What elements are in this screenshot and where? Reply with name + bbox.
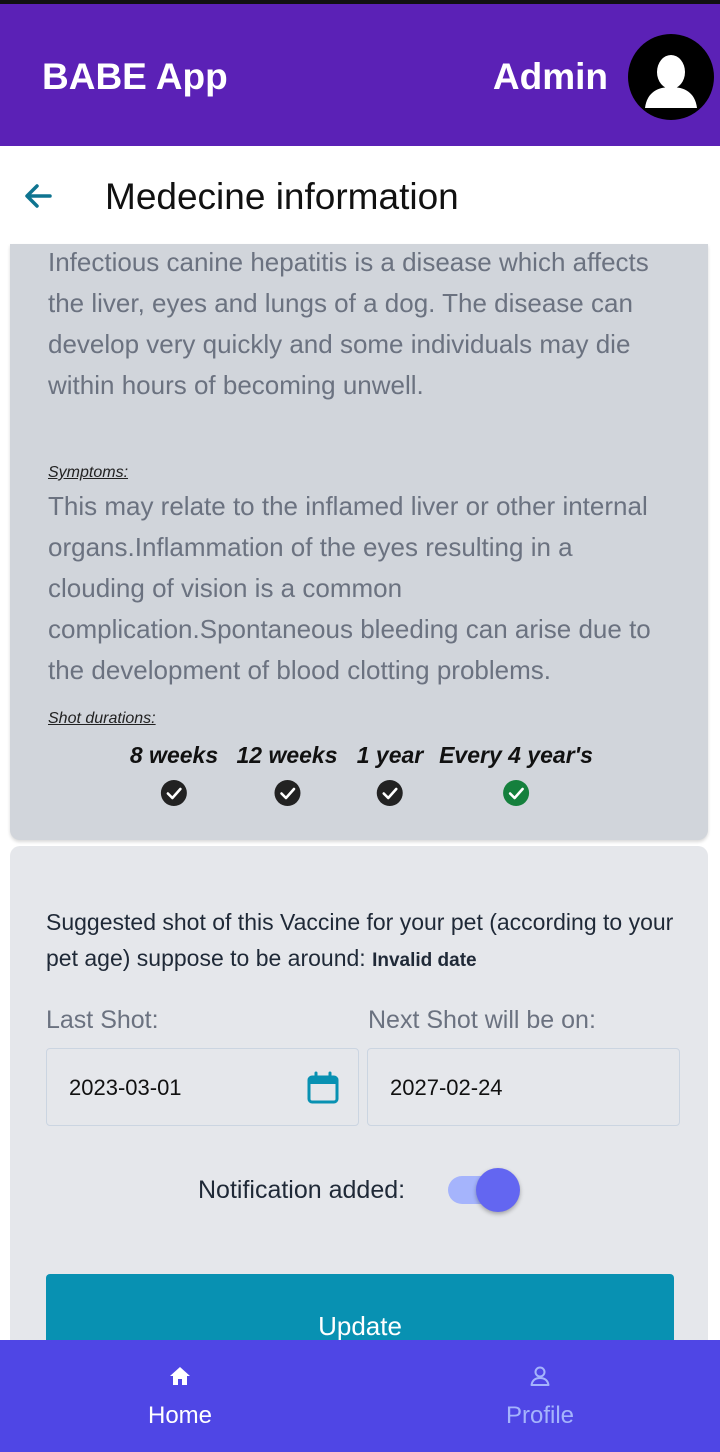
bottom-navigation: Home Profile <box>0 1340 720 1452</box>
duration-item: 8 weeks <box>130 742 218 807</box>
check-circle-icon <box>274 780 300 806</box>
nav-profile[interactable]: Profile <box>360 1340 720 1452</box>
duration-item: 12 weeks <box>236 742 338 807</box>
disease-description: Infectious canine hepatitis is a disease… <box>48 247 649 400</box>
profile-icon <box>530 1366 550 1386</box>
suggestion-sentence: Suggested shot of this Vaccine for your … <box>46 909 674 971</box>
medicine-info-card: Infectious canine hepatitis is a disease… <box>10 244 708 840</box>
duration-item: 1 year <box>356 742 424 807</box>
calendar-icon[interactable] <box>306 1071 340 1105</box>
shot-schedule-card: Suggested shot of this Vaccine for your … <box>10 846 708 1366</box>
next-shot-value: 2027-02-24 <box>390 1075 503 1100</box>
avatar[interactable] <box>628 34 714 120</box>
check-circle-icon <box>502 780 529 806</box>
shot-durations-label: Shot durations: <box>48 710 156 727</box>
notification-toggle-knob[interactable] <box>476 1168 520 1212</box>
next-shot-label: Next Shot will be on: <box>368 1006 596 1034</box>
check-circle-icon <box>376 780 403 806</box>
user-role-label: Admin <box>492 56 608 97</box>
duration-label: 12 weeks <box>236 742 338 768</box>
duration-label: 8 weeks <box>129 742 219 768</box>
check-circle-icon <box>161 780 187 806</box>
user-silhouette-icon <box>631 37 711 117</box>
page-title: Medecine information <box>105 176 459 217</box>
app-title: BABE App <box>42 56 228 97</box>
symptoms-text: This may relate to the inflamed liver or… <box>48 491 651 685</box>
last-shot-value: 2023-03-01 <box>69 1075 182 1100</box>
back-arrow-icon[interactable] <box>20 178 56 214</box>
suggestion-text: Suggested shot of this Vaccine for your … <box>46 904 676 979</box>
last-shot-date-field[interactable]: 2023-03-01 <box>46 1048 359 1126</box>
suggestion-date: Invalid date <box>372 950 477 971</box>
nav-home-label: Home <box>147 1402 213 1429</box>
nav-home[interactable]: Home <box>0 1340 360 1452</box>
notification-label: Notification added: <box>198 1176 406 1204</box>
nav-profile-label: Profile <box>505 1402 575 1429</box>
shot-durations-list: 8 weeks 12 weeks 1 year Every 4 year's <box>10 742 708 812</box>
next-shot-date-field: 2027-02-24 <box>367 1048 680 1126</box>
app-header: BABE App Admin <box>0 4 720 146</box>
symptoms-label: Symptoms: <box>48 464 129 481</box>
duration-item: Every 4 year's <box>439 742 593 807</box>
last-shot-label: Last Shot: <box>46 1006 159 1034</box>
duration-label: 1 year <box>356 742 424 768</box>
home-icon <box>170 1367 190 1385</box>
duration-label: Every 4 year's <box>439 742 593 768</box>
